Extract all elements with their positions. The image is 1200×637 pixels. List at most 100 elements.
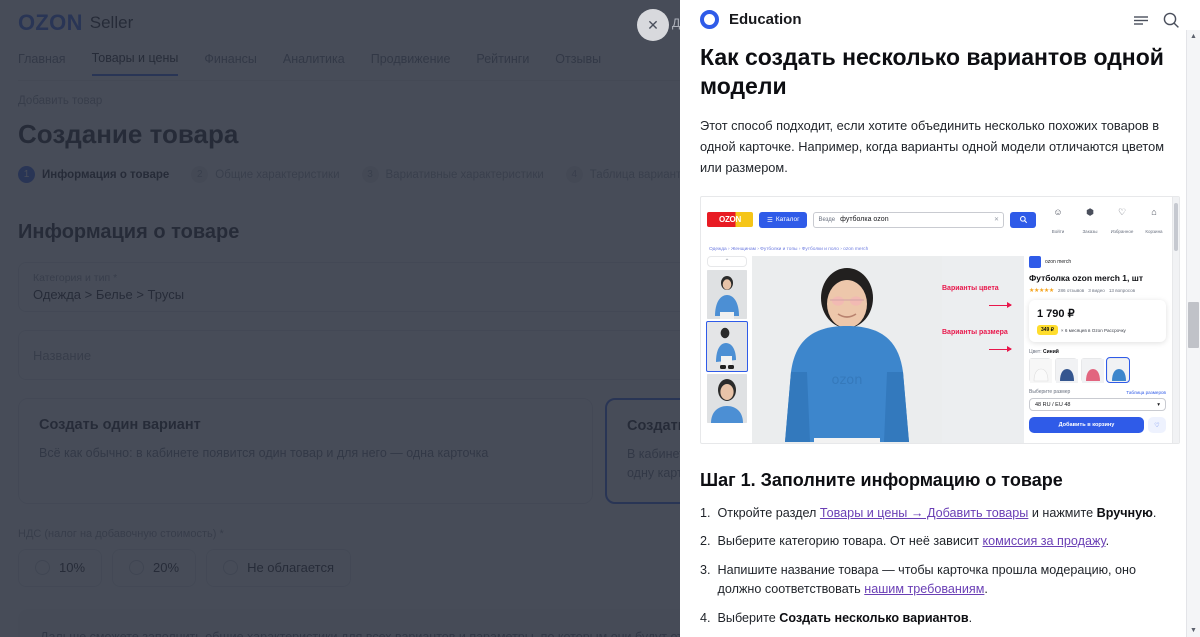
- scrollbar-down-button[interactable]: ▼: [1187, 624, 1200, 637]
- embedded-color-label: Цвет: Синий: [1029, 349, 1166, 355]
- embedded-nav-cart-label: Корзина: [1145, 228, 1163, 234]
- embedded-search-value: футболка ozon: [840, 216, 889, 224]
- list-item-4-body: Выберите Создать несколько вариантов.: [718, 609, 1180, 629]
- heart-icon: ♡: [1117, 206, 1127, 217]
- box-icon: ⬢: [1086, 206, 1094, 217]
- list-item-2-part-2: .: [1105, 534, 1110, 549]
- embedded-scrollbar-thumb: [1174, 202, 1178, 251]
- svg-text:ozon: ozon: [832, 373, 863, 388]
- scrollbar-up-button[interactable]: ▲: [1187, 30, 1200, 43]
- list-item-4-part-2: .: [968, 610, 973, 625]
- embedded-thumbnail: [707, 373, 747, 423]
- embedded-color-label-text: Цвет:: [1029, 349, 1042, 356]
- link-nashim-trebovaniyam[interactable]: нашим требованиям: [864, 582, 984, 596]
- embedded-installment-badge: 349 ₽: [1037, 325, 1058, 336]
- embedded-size-label: Выберите размер: [1029, 389, 1071, 396]
- chevron-down-icon: ▾: [1157, 401, 1160, 408]
- embedded-nav-favorites-label: Избранное: [1110, 228, 1134, 234]
- list-item-1-part-2: и нажмите: [1028, 505, 1097, 520]
- list-item-3-part-2: .: [984, 582, 988, 597]
- clear-icon: ✕: [993, 217, 999, 224]
- thumb-photo-3: [707, 373, 747, 423]
- list-item-1-body: Откройте раздел Товары и цены → Добавить…: [718, 504, 1180, 524]
- list-item-1-part-4: .: [1152, 505, 1157, 520]
- embedded-nav-orders: ⬢ Заказы: [1078, 202, 1102, 238]
- thumb-expand-icon: ⌃: [707, 255, 747, 267]
- embedded-rating-row: ★★★★★ 286 отзывов 3 видео 13 вопросов: [1029, 287, 1166, 294]
- embedded-screenshot: OZON ☰ Каталог Везде футболка ozon ✕ ☺ В…: [700, 195, 1180, 444]
- embedded-installment-row: 349 ₽ × 6 месяцев в Ozon Рассрочку: [1037, 325, 1158, 336]
- article-intro: Этот способ подходит, если хотите объеди…: [700, 118, 1165, 175]
- education-title: Education: [729, 11, 802, 28]
- stars-icon: ★★★★★: [1029, 288, 1054, 295]
- embedded-add-to-cart-button: Добавить в корзину: [1029, 417, 1144, 434]
- thumb-photo-2: [707, 321, 747, 371]
- thumb-photo-1: [707, 269, 747, 319]
- embedded-color-swatches: [1029, 357, 1166, 384]
- education-panel-body: Как создать несколько вариантов одной мо…: [680, 39, 1200, 637]
- embedded-nav-login-label: Войти: [1051, 228, 1065, 234]
- embedded-nav-favorites: ♡ Избранное: [1110, 202, 1134, 238]
- scrollbar-thumb[interactable]: [1188, 302, 1199, 348]
- embedded-thumbnail: [707, 269, 747, 319]
- list-item: 2. Выберите категорию товара. От неё зав…: [700, 532, 1180, 552]
- link-tovary-dobavit[interactable]: Товары и цены → Добавить товары: [820, 506, 1028, 520]
- user-icon: ☺: [1053, 206, 1063, 217]
- list-item-2-number: 2.: [700, 534, 711, 549]
- embedded-price-card: 1 790 ₽ 349 ₽ × 6 месяцев в Ozon Рассроч…: [1029, 300, 1166, 343]
- embedded-price: 1 790 ₽: [1037, 308, 1075, 321]
- education-ring-logo-icon: [700, 10, 719, 29]
- embedded-size-select: 48 RU / EU 48 ▾: [1029, 398, 1166, 412]
- color-swatch-navy: [1055, 358, 1078, 384]
- embedded-product-layout: ⌃ ozon ozon merch Футболка ozon merch 1,…: [701, 255, 1172, 443]
- embedded-search-scope: Везде: [818, 216, 836, 223]
- embedded-installment-text: × 6 месяцев в Ozon Рассрочку: [1060, 327, 1126, 333]
- annotation-arrow-size: [989, 346, 1012, 352]
- list-item-3-number: 3.: [700, 562, 711, 577]
- color-swatch-blue-selected: [1106, 357, 1130, 384]
- hamburger-icon[interactable]: [1130, 9, 1152, 31]
- embedded-size-table-link: Таблица размеров: [1126, 389, 1166, 395]
- embedded-size-value: 48 RU / EU 48: [1035, 401, 1071, 408]
- close-panel-button[interactable]: ✕: [637, 9, 669, 41]
- color-swatch-pink: [1081, 358, 1104, 384]
- embedded-videos-count: 3 видео: [1088, 288, 1105, 294]
- embedded-reviews-count: 286 отзывов: [1057, 288, 1085, 294]
- list-item-1-part-3: Вручную: [1096, 505, 1153, 520]
- list-item: 4. Выберите Создать несколько вариантов.: [700, 609, 1180, 629]
- embedded-buy-row: Добавить в корзину ♡: [1029, 417, 1166, 434]
- instructions-list: 1. Откройте раздел Товары и цены → Добав…: [700, 504, 1180, 629]
- embedded-merch-name: ozon merch: [1045, 258, 1072, 265]
- annotation-color-variants: Варианты цвета: [942, 284, 999, 292]
- list-item: 1. Откройте раздел Товары и цены → Добав…: [700, 504, 1180, 524]
- list-item-4-part-1: Создать несколько вариантов: [779, 610, 969, 625]
- article-title: Как создать несколько вариантов одной мо…: [700, 44, 1164, 100]
- list-item-4-number: 4.: [700, 610, 711, 625]
- embedded-ozon-logo: OZON: [707, 212, 753, 228]
- embedded-nav-login: ☺ Войти: [1046, 202, 1070, 238]
- page-scrollbar[interactable]: ▲ ▼: [1186, 30, 1200, 637]
- link-komissiya-za-prodazhu[interactable]: комиссия за продажу: [982, 534, 1105, 548]
- list-item-1-part-0: Откройте раздел: [717, 505, 820, 520]
- embedded-topbar: OZON ☰ Каталог Везде футболка ozon ✕ ☺ В…: [701, 197, 1172, 242]
- embedded-nav-cart: ⌂ Корзина: [1142, 202, 1166, 238]
- list-item: 3. Напишите название товара — чтобы карт…: [700, 561, 1180, 600]
- step-heading: Шаг 1. Заполните информацию о товаре: [700, 469, 1063, 490]
- embedded-product-detail: ozon merch Футболка ozon merch 1, шт ★★★…: [1029, 255, 1166, 443]
- list-item-3-body: Напишите название товара — чтобы карточк…: [718, 561, 1180, 600]
- education-panel: Education Как создать несколько варианто…: [680, 0, 1200, 637]
- embedded-thumbnail-selected: [706, 320, 748, 372]
- merch-logo-icon: [1029, 255, 1041, 268]
- embedded-questions-count: 13 вопросов: [1108, 288, 1136, 294]
- search-icon[interactable]: [1160, 9, 1182, 31]
- hero-product-photo: ozon: [752, 255, 942, 443]
- embedded-thumbnail-strip: ⌃: [706, 255, 748, 443]
- list-item-4-part-0: Выберите: [717, 610, 780, 625]
- embedded-search-input: Везде футболка ozon ✕: [813, 211, 1004, 228]
- embedded-favorite-button: ♡: [1148, 417, 1166, 434]
- embedded-merch-row: ozon merch: [1029, 255, 1166, 268]
- annotation-arrow-color: [989, 302, 1012, 308]
- screen-root: OZON Seller Главная Товары и цены Финанс…: [0, 0, 1200, 637]
- cart-icon: ⌂: [1151, 206, 1157, 217]
- embedded-catalog-label: Каталог: [775, 216, 800, 224]
